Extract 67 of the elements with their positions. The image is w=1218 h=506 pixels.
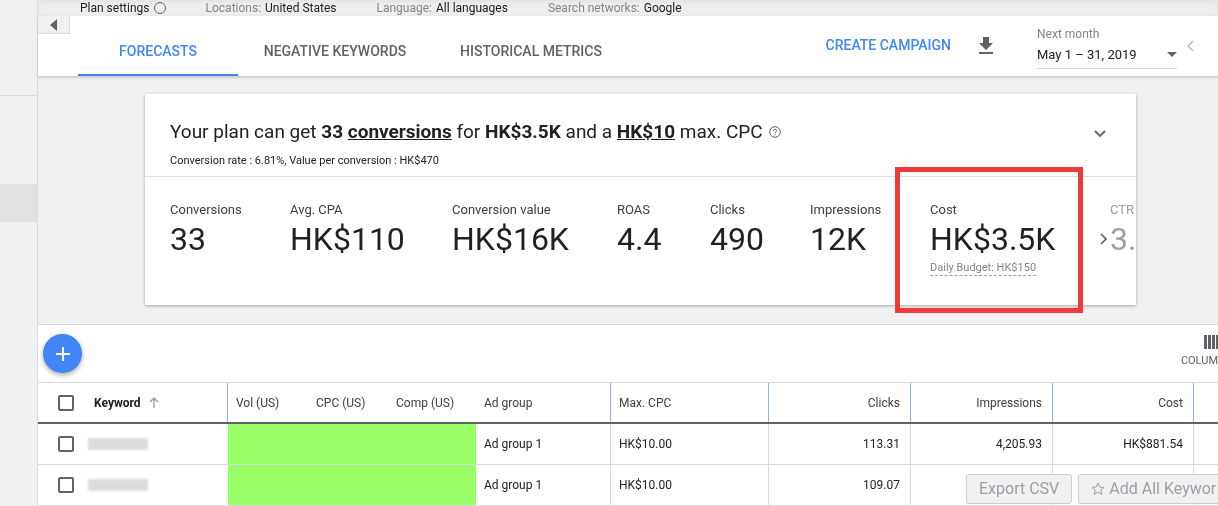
metric-label: Cost	[930, 202, 958, 218]
tab[interactable]: HISTORICAL METRICS	[432, 28, 630, 77]
table-cell: 4,205.93	[910, 424, 1052, 464]
row-checkbox[interactable]	[58, 436, 74, 452]
date-range-label: Next month	[1037, 27, 1101, 42]
setting-value: All languages	[436, 0, 508, 17]
back-arrow-icon	[49, 18, 58, 31]
create-campaign-button[interactable]: CREATE CAMPAIGN	[825, 34, 951, 56]
plus-icon	[55, 346, 70, 361]
metric-label: Conversion value	[452, 202, 552, 218]
metric-value: HK$3.5K	[930, 219, 1056, 260]
setting-value: Google	[643, 0, 682, 17]
dropdown-caret-icon	[1167, 52, 1177, 58]
table-cell-text: Ad group 1	[483, 436, 544, 453]
daily-budget-note: Daily Budget: HK$150	[930, 261, 1037, 277]
column-header[interactable]: Vol (US)	[228, 393, 316, 412]
column-header[interactable]: Max. CPC	[610, 383, 768, 422]
table-cell: HK$10.00	[610, 424, 768, 464]
download-icon[interactable]	[979, 36, 993, 54]
column-header[interactable]: Clicks	[768, 383, 910, 422]
tab[interactable]: FORECASTS	[78, 28, 238, 77]
metric-label: Clicks	[710, 202, 746, 218]
metric-value: 33	[170, 219, 206, 260]
metric-label: CTR	[1110, 202, 1136, 218]
metric-value: 490	[710, 219, 764, 260]
table-cell: 109.07	[768, 465, 910, 505]
columns-icon	[1204, 335, 1218, 349]
column-header[interactable]: Cost	[1052, 383, 1194, 422]
next-icon[interactable]	[1100, 233, 1107, 246]
sort-ascending-icon[interactable]	[148, 397, 159, 408]
setting-value: United States	[265, 0, 337, 17]
metric-label: Avg. CPA	[290, 202, 344, 218]
blurred-keyword	[88, 438, 148, 450]
metric-value: 4.4	[617, 219, 662, 260]
column-header[interactable]: Ad group	[476, 393, 610, 412]
date-range-dropdown[interactable]: May 1 – 31, 2019	[1037, 41, 1177, 70]
metric-label: Conversions	[170, 202, 243, 218]
metric-value: HK$110	[290, 219, 405, 260]
metric-value: 3.	[1110, 219, 1137, 260]
plan-settings-label: Plan settings	[80, 0, 150, 17]
blurred-keyword	[88, 479, 148, 491]
metric-value: 12K	[810, 219, 867, 260]
columns-button[interactable]: COLUM	[1180, 335, 1218, 367]
table-cell: 113.31	[768, 424, 910, 464]
tab[interactable]: NEGATIVE KEYWORDS	[238, 28, 432, 77]
keyword-column-header[interactable]: Keyword	[94, 393, 141, 412]
metric-value: HK$16K	[452, 219, 569, 260]
plan-summary-subline: Conversion rate : 6.81%, Value per conversion : HK$470	[170, 152, 440, 169]
setting-label: Locations:	[205, 0, 262, 17]
plan-summary-headline: Your plan can get 33 conversions for HK$3.5K and a HK$10 max. CPC	[170, 119, 763, 146]
collapse-button[interactable]	[38, 16, 70, 35]
add-button[interactable]	[43, 334, 82, 373]
help-icon[interactable]	[768, 126, 781, 139]
column-header[interactable]: Impressions	[910, 383, 1052, 422]
select-all-checkbox[interactable]	[58, 394, 74, 411]
metric-label: Impressions	[810, 202, 883, 218]
expand-icon[interactable]	[1094, 130, 1106, 139]
star-icon	[1091, 482, 1106, 496]
metric-label: ROAS	[617, 202, 652, 218]
column-header[interactable]: Comp (US)	[396, 393, 476, 412]
table-cell: HK$881.54	[1052, 424, 1194, 464]
table-cell-text: Ad group 1	[483, 477, 544, 494]
setting-label: Language:	[376, 0, 432, 17]
column-header[interactable]: CPC (US)	[316, 393, 396, 412]
table-cell: HK$10.00	[610, 465, 768, 505]
setting-label: Search networks:	[547, 0, 640, 17]
row-checkbox[interactable]	[58, 477, 74, 493]
